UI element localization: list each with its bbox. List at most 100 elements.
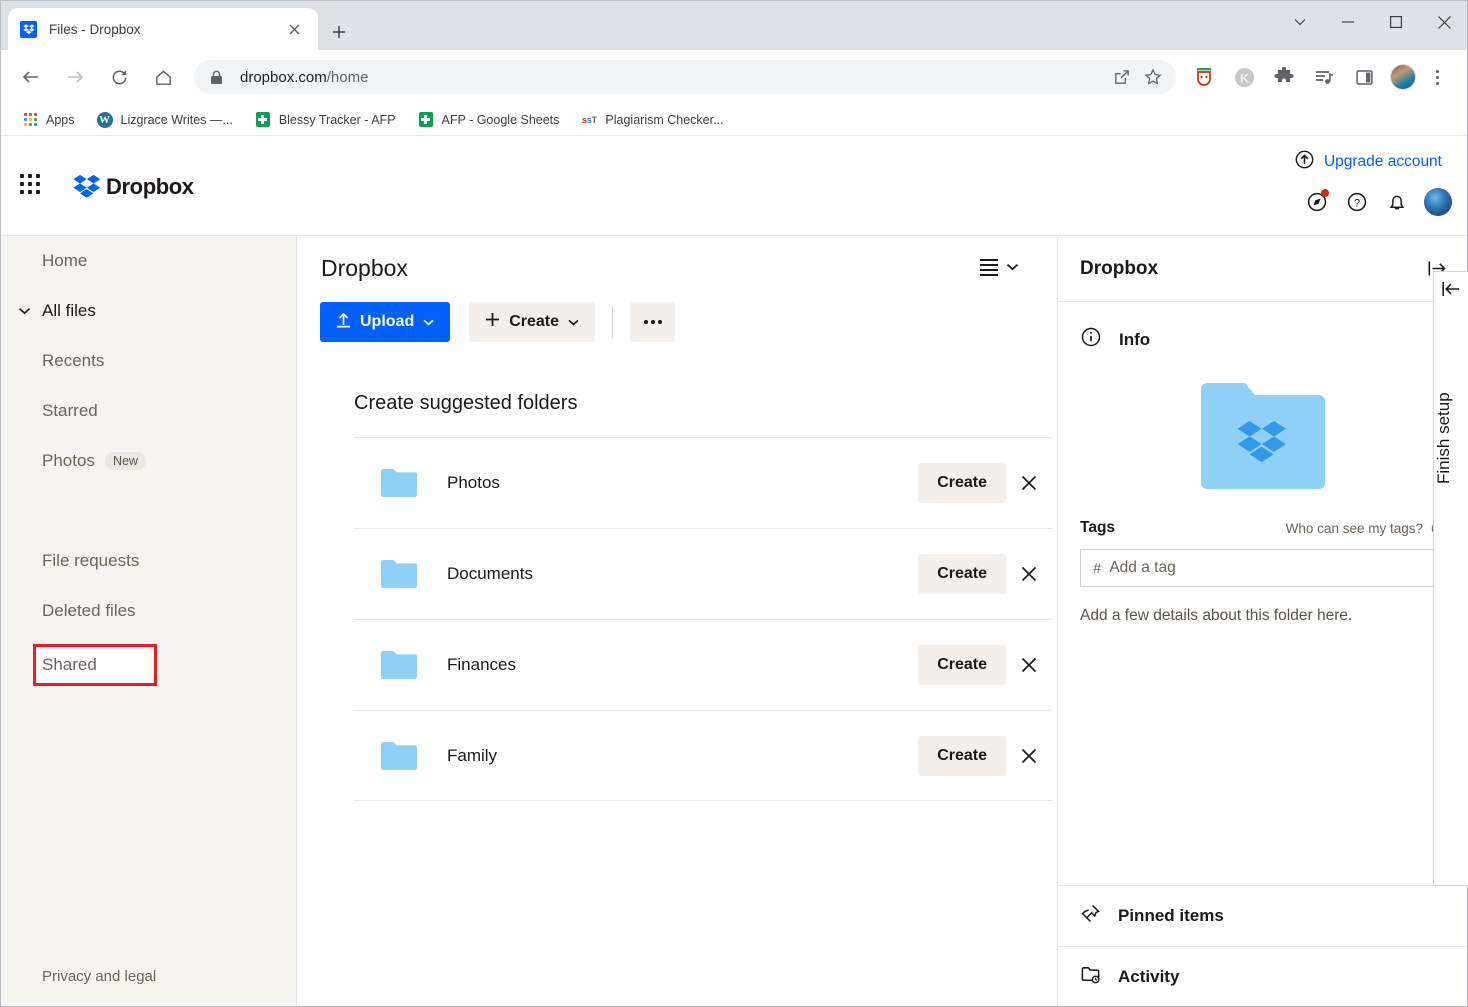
share-icon[interactable] [1106, 62, 1136, 92]
bookmark-apps[interactable]: Apps [14, 108, 83, 132]
sidebar-item-all-files[interactable]: All files [0, 286, 296, 336]
chevron-down-icon [568, 313, 579, 331]
sidebar-item-shared-label[interactable]: Shared [42, 644, 97, 686]
user-avatar[interactable] [1424, 188, 1452, 216]
home-icon[interactable] [146, 60, 180, 94]
adblock-extension-icon[interactable] [1189, 62, 1219, 92]
close-icon[interactable] [1006, 475, 1052, 491]
finish-setup-label: Finish setup [1434, 392, 1453, 484]
three-dot-menu-icon[interactable] [1422, 62, 1452, 92]
bookmark-blessy-tracker[interactable]: Blessy Tracker - AFP [247, 108, 404, 132]
privacy-and-legal-link[interactable]: Privacy and legal [42, 968, 156, 985]
table-row[interactable]: Family Create [354, 710, 1052, 801]
sidebar-item-file-requests[interactable]: File requests [0, 536, 296, 586]
sidebar-item-deleted-files[interactable]: Deleted files [0, 586, 296, 636]
sidebar-item-starred[interactable]: Starred [0, 386, 296, 436]
bookmarks-bar: Apps W Lizgrace Writes —... Blessy Track… [0, 104, 1468, 136]
dropbox-icon [20, 20, 37, 38]
finish-setup-panel[interactable]: Finish setup [1433, 271, 1468, 886]
pin-icon [1080, 903, 1101, 929]
create-folder-button[interactable]: Create [918, 735, 1006, 776]
table-row[interactable]: Finances Create [354, 619, 1052, 710]
more-options-button[interactable] [630, 302, 676, 342]
folder-name: Family [447, 745, 498, 765]
profile-avatar[interactable] [1390, 64, 1416, 90]
extension-icons: K [1184, 62, 1468, 92]
info-section-header[interactable]: Info [1058, 302, 1468, 353]
page-title: Dropbox [321, 255, 408, 281]
close-icon[interactable] [1006, 657, 1052, 673]
notifications-bell-icon[interactable] [1384, 189, 1410, 215]
sidebar-item-photos[interactable]: Photos New [0, 436, 296, 486]
pinned-items-section[interactable]: Pinned items [1058, 885, 1468, 946]
url-domain: dropbox.com [240, 68, 327, 86]
sidebar-item-recents[interactable]: Recents [0, 336, 296, 386]
bookmark-afp-google-sheets[interactable]: AFP - Google Sheets [410, 108, 568, 132]
keeper-extension-icon[interactable]: K [1229, 62, 1259, 92]
info-icon [1080, 326, 1102, 353]
create-folder-button[interactable]: Create [918, 645, 1006, 685]
back-arrow-icon[interactable] [14, 60, 48, 94]
upload-label: Upload [360, 313, 415, 330]
hash-icon: # [1093, 559, 1102, 577]
create-folder-button[interactable]: Create [918, 463, 1006, 503]
maximize-icon[interactable] [1372, 0, 1420, 44]
close-icon[interactable] [1006, 748, 1052, 764]
help-icon[interactable]: ? [1344, 189, 1370, 215]
new-tab-button[interactable] [325, 18, 353, 46]
browser-tab[interactable]: Files - Dropbox [8, 8, 318, 50]
activity-folder-icon [1080, 964, 1101, 990]
close-icon[interactable] [282, 17, 306, 41]
table-row[interactable]: Documents Create [354, 528, 1052, 619]
sidebar: Home All files Recents Starred Photos Ne… [0, 236, 297, 1007]
main-toolbar: Upload Create [320, 302, 676, 342]
upgrade-account-link[interactable]: Upgrade account [1295, 150, 1442, 174]
window-controls [1276, 0, 1468, 44]
close-icon[interactable] [1420, 0, 1468, 44]
list-view-icon [980, 258, 998, 276]
tags-help-link[interactable]: Who can see my tags? [1286, 521, 1423, 536]
explore-icon[interactable] [1304, 189, 1330, 215]
apps-grid-icon [22, 112, 38, 128]
forward-arrow-icon[interactable] [58, 60, 92, 94]
app-switcher-icon[interactable] [20, 174, 44, 198]
view-options-button[interactable] [980, 258, 1019, 276]
bookmark-plagiarism-checker[interactable]: ssT Plagiarism Checker... [573, 108, 731, 132]
chevron-down-icon [423, 313, 434, 331]
details-panel: Dropbox Info Tags Who can see my tags? #… [1058, 236, 1468, 1007]
details-panel-header: Dropbox [1058, 236, 1468, 302]
side-panel-icon[interactable] [1349, 62, 1379, 92]
tags-label: Tags [1080, 519, 1116, 536]
chevron-down-icon [1006, 258, 1019, 276]
upload-arrow-icon [336, 312, 351, 333]
media-playlist-icon[interactable] [1309, 62, 1339, 92]
sidebar-item-home[interactable]: Home [0, 236, 296, 286]
browser-toolbar: dropbox.com/home K [0, 50, 1468, 104]
bookmark-lizgrace-writes[interactable]: W Lizgrace Writes —... [89, 108, 241, 132]
dropbox-logo[interactable]: Dropbox [68, 174, 194, 200]
add-tag-input[interactable]: # Add a tag [1080, 549, 1446, 587]
activity-section[interactable]: Activity [1058, 946, 1468, 1007]
chevron-down-icon[interactable] [1276, 0, 1324, 44]
plus-icon [485, 312, 500, 332]
add-tag-placeholder: Add a tag [1109, 559, 1176, 576]
table-row[interactable]: Photos Create [354, 437, 1052, 528]
upgrade-arrow-icon [1295, 150, 1314, 174]
create-button[interactable]: Create [469, 302, 596, 342]
collapse-left-icon[interactable] [1441, 280, 1461, 298]
upload-button[interactable]: Upload [320, 302, 451, 342]
reload-icon[interactable] [102, 60, 136, 94]
ellipsis-icon [643, 320, 648, 324]
main-content: Dropbox Upload Create Create suggested f… [297, 236, 1058, 1007]
puzzle-extensions-icon[interactable] [1269, 62, 1299, 92]
toolbar-divider [612, 306, 614, 338]
close-icon[interactable] [1006, 566, 1052, 582]
star-icon[interactable] [1138, 62, 1168, 92]
lock-icon [210, 69, 226, 85]
address-bar[interactable]: dropbox.com/home [194, 60, 1176, 94]
folder-description-field[interactable]: Add a few details about this folder here… [1080, 607, 1446, 625]
create-folder-button[interactable]: Create [918, 554, 1006, 594]
minimize-icon[interactable] [1324, 0, 1372, 44]
chevron-down-icon[interactable] [18, 286, 31, 336]
notification-badge [1321, 189, 1329, 197]
